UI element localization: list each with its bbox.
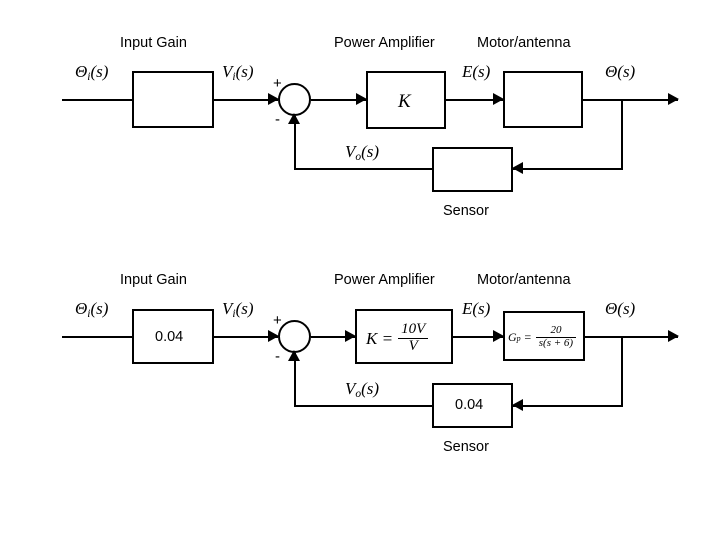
top-power-amplifier-caption: Power Amplifier	[334, 35, 435, 51]
bottom-input-gain-value: 0.04	[155, 329, 184, 345]
bottom-power-amplifier-numerator: 10V	[401, 321, 426, 337]
bottom-feedback-arrow-into-sensor	[512, 399, 523, 411]
bottom-output-line	[585, 336, 678, 338]
top-feedback-hline-right	[513, 168, 623, 170]
bottom-vi-label: Vi(s)	[222, 299, 254, 320]
bottom-feedback-vline-right	[621, 336, 623, 406]
diagram-canvas: Input Gain Power Amplifier Motor/antenna…	[0, 0, 720, 540]
bottom-summing-junction	[278, 320, 311, 353]
bottom-motor-antenna-numerator: 20	[550, 324, 562, 336]
bottom-sensor-caption: Sensor	[443, 439, 489, 455]
top-vi-label: Vi(s)	[222, 62, 254, 83]
bottom-output-arrow	[668, 330, 679, 342]
top-feedback-hline-left	[294, 168, 432, 170]
top-sum-plus-sign: +	[273, 75, 282, 92]
bottom-motor-antenna-denominator: s(s + 6)	[535, 336, 577, 350]
bottom-power-amplifier-lhs: K =	[366, 328, 394, 348]
top-e-label: E(s)	[462, 62, 491, 81]
top-sensor-block	[432, 147, 513, 192]
top-output-arrow	[668, 93, 679, 105]
top-theta-label: Θ(s)	[605, 62, 636, 81]
bottom-theta-i-label: Θi(s)	[75, 299, 109, 320]
top-motor-antenna-block	[503, 71, 583, 128]
top-vo-label: Vo(s)	[345, 142, 380, 163]
bottom-sum-plus-sign: +	[273, 312, 282, 329]
bottom-theta-label: Θ(s)	[605, 299, 636, 318]
bottom-sensor-value: 0.04	[455, 397, 484, 413]
bottom-input-line	[62, 336, 132, 338]
bottom-vo-label: Vo(s)	[345, 379, 380, 400]
bottom-motor-antenna-fraction: 20 s(s + 6)	[535, 324, 577, 350]
bottom-e-label: E(s)	[462, 299, 491, 318]
bottom-power-amplifier-caption: Power Amplifier	[334, 272, 435, 288]
top-sensor-caption: Sensor	[443, 203, 489, 219]
top-input-line	[62, 99, 132, 101]
top-input-gain-caption: Input Gain	[120, 35, 187, 51]
top-theta-i-label: Θi(s)	[75, 62, 109, 83]
top-summing-junction	[278, 83, 311, 116]
top-motor-antenna-caption: Motor/antenna	[477, 35, 571, 51]
top-output-line	[583, 99, 678, 101]
top-power-amplifier-value: K	[398, 91, 411, 112]
bottom-power-amplifier-denominator: V	[398, 337, 429, 355]
bottom-input-gain-caption: Input Gain	[120, 272, 187, 288]
top-feedback-arrow-into-sum	[288, 113, 300, 124]
bottom-motor-antenna-lhs: Gp =	[508, 330, 532, 345]
top-feedback-arrow-into-sensor	[512, 162, 523, 174]
bottom-feedback-hline-left	[294, 405, 432, 407]
bottom-motor-antenna-caption: Motor/antenna	[477, 272, 571, 288]
bottom-feedback-hline-right	[513, 405, 623, 407]
bottom-power-amplifier-fraction: 10V V	[398, 321, 429, 355]
bottom-sum-minus-sign: -	[275, 348, 280, 365]
bottom-feedback-arrow-into-sum	[288, 350, 300, 361]
top-feedback-vline-right	[621, 99, 623, 169]
top-sum-minus-sign: -	[275, 111, 280, 128]
top-input-gain-block	[132, 71, 214, 128]
